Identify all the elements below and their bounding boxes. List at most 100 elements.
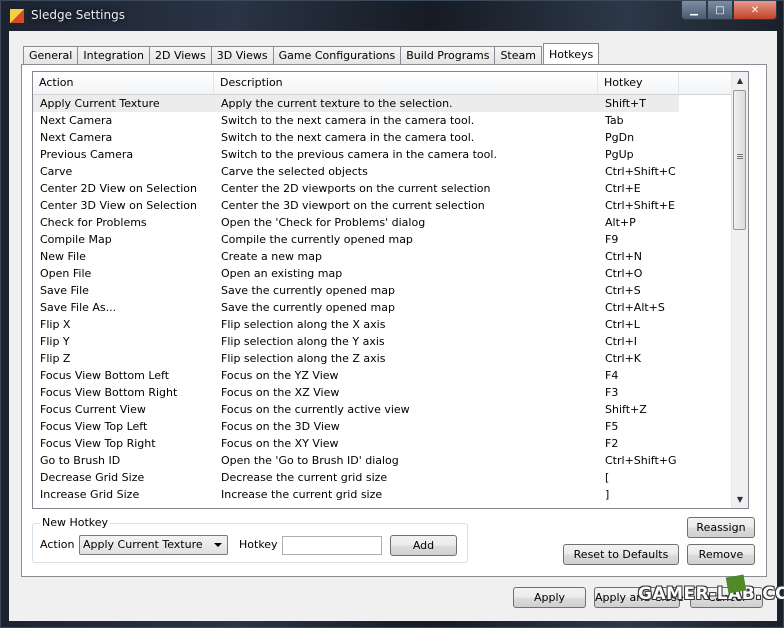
cell-hotkey: Ctrl+K bbox=[605, 352, 642, 365]
tab-build-programs[interactable]: Build Programs bbox=[400, 46, 496, 64]
title-bar[interactable]: Sledge Settings ▁ □ ✕ bbox=[1, 1, 783, 31]
cell-description: Focus on the YZ View bbox=[221, 369, 339, 382]
remove-button[interactable]: Remove bbox=[687, 544, 755, 565]
cell-description: Increase the current grid size bbox=[221, 488, 383, 501]
cell-action: Focus View Top Left bbox=[40, 420, 148, 433]
table-row[interactable]: Focus View Top Right Focus on the XY View… bbox=[33, 435, 737, 452]
apply-button[interactable]: Apply bbox=[513, 587, 586, 608]
watermark: GAMER-LAB.COM bbox=[638, 584, 784, 604]
table-row[interactable]: Next Camera Switch to the next camera in … bbox=[33, 129, 737, 146]
cell-description: Open the 'Check for Problems' dialog bbox=[221, 216, 426, 229]
table-row[interactable]: Apply Current Texture Apply the current t… bbox=[33, 95, 679, 112]
cell-hotkey: Ctrl+E bbox=[605, 182, 641, 195]
table-row[interactable]: Focus Current View Focus on the currently… bbox=[33, 401, 737, 418]
cell-action: New File bbox=[40, 250, 86, 263]
table-row[interactable]: Go to Brush ID Open the 'Go to Brush ID' … bbox=[33, 452, 737, 469]
column-header-hotkey[interactable]: Hotkey bbox=[598, 72, 679, 94]
cell-description: Focus on the XY View bbox=[221, 437, 339, 450]
cell-action: Center 3D View on Selection bbox=[40, 199, 197, 212]
column-header-action[interactable]: Action bbox=[33, 72, 214, 94]
table-row[interactable]: Focus View Bottom Right Focus on the XZ V… bbox=[33, 384, 737, 401]
minimize-button[interactable]: ▁ bbox=[681, 1, 707, 20]
cell-action: Compile Map bbox=[40, 233, 112, 246]
table-row[interactable]: Save File As... Save the currently opened… bbox=[33, 299, 737, 316]
cell-hotkey: PgDn bbox=[605, 131, 635, 144]
close-button[interactable]: ✕ bbox=[733, 1, 777, 20]
tab-integration[interactable]: Integration bbox=[77, 46, 150, 64]
cell-hotkey: Ctrl+Alt+S bbox=[605, 301, 665, 314]
hotkey-rows: Apply Current Texture Apply the current t… bbox=[33, 95, 737, 503]
tab-game-configurations[interactable]: Game Configurations bbox=[272, 46, 402, 64]
table-row[interactable]: Focus View Bottom Left Focus on the YZ Vi… bbox=[33, 367, 737, 384]
close-icon: ✕ bbox=[750, 4, 760, 16]
cell-hotkey: Ctrl+Shift+G bbox=[605, 454, 677, 467]
cell-hotkey: F3 bbox=[605, 386, 619, 399]
table-row[interactable]: Increase Grid Size Increase the current g… bbox=[33, 486, 737, 503]
column-header-description[interactable]: Description bbox=[214, 72, 598, 94]
hotkey-label: Hotkey bbox=[239, 538, 278, 551]
reset-defaults-button[interactable]: Reset to Defaults bbox=[563, 544, 679, 565]
tab-general[interactable]: General bbox=[23, 46, 79, 64]
cell-hotkey: Ctrl+Shift+E bbox=[605, 199, 675, 212]
action-dropdown-value: Apply Current Texture bbox=[83, 538, 203, 551]
action-dropdown[interactable]: Apply Current Texture bbox=[79, 535, 228, 555]
reassign-button[interactable]: Reassign bbox=[687, 517, 755, 538]
cell-description: Focus on the XZ View bbox=[221, 386, 340, 399]
cell-action: Flip Z bbox=[40, 352, 71, 365]
cell-hotkey: Ctrl+N bbox=[605, 250, 643, 263]
maximize-button[interactable]: □ bbox=[707, 1, 733, 20]
table-row[interactable]: Flip Z Flip selection along the Z axis Ctr… bbox=[33, 350, 737, 367]
app-icon bbox=[9, 8, 25, 24]
maximize-icon: □ bbox=[715, 4, 725, 16]
scroll-down-icon[interactable]: ▼ bbox=[732, 491, 748, 508]
table-row[interactable]: Open File Open an existing map Ctrl+O bbox=[33, 265, 737, 282]
scroll-thumb[interactable] bbox=[733, 90, 746, 230]
cell-hotkey: [ bbox=[605, 471, 610, 484]
table-row[interactable]: Compile Map Compile the currently opened … bbox=[33, 231, 737, 248]
cell-action: Open File bbox=[40, 267, 92, 280]
cell-action: Decrease Grid Size bbox=[40, 471, 145, 484]
cell-hotkey: Ctrl+S bbox=[605, 284, 641, 297]
cell-hotkey: F4 bbox=[605, 369, 619, 382]
table-row[interactable]: Focus View Top Left Focus on the 3D View F… bbox=[33, 418, 737, 435]
vertical-scrollbar[interactable]: ▲ ▼ bbox=[731, 72, 748, 508]
tab-steam[interactable]: Steam bbox=[494, 46, 542, 64]
table-row[interactable]: Center 3D View on Selection Center the 3D… bbox=[33, 197, 737, 214]
action-label: Action bbox=[40, 538, 75, 551]
table-row[interactable]: Save File Save the currently opened map Ct… bbox=[33, 282, 737, 299]
cell-description: Save the currently opened map bbox=[221, 301, 395, 314]
settings-window: Sledge Settings ▁ □ ✕ General Integratio… bbox=[0, 0, 784, 628]
hotkey-input[interactable] bbox=[282, 536, 382, 555]
cell-action: Previous Camera bbox=[40, 148, 134, 161]
table-row[interactable]: Next Camera Switch to the next camera in … bbox=[33, 112, 737, 129]
table-row[interactable]: Flip Y Flip selection along the Y axis Ctr… bbox=[33, 333, 737, 350]
cell-hotkey: Ctrl+I bbox=[605, 335, 638, 348]
cell-description: Apply the current texture to the selecti… bbox=[221, 97, 453, 110]
tab-2d-views[interactable]: 2D Views bbox=[148, 46, 212, 64]
table-row[interactable]: Previous Camera Switch to the previous ca… bbox=[33, 146, 737, 163]
cell-hotkey: Ctrl+L bbox=[605, 318, 640, 331]
chevron-down-icon bbox=[214, 543, 222, 547]
add-button[interactable]: Add bbox=[390, 535, 457, 556]
table-row[interactable]: Decrease Grid Size Decrease the current g… bbox=[33, 469, 737, 486]
table-row[interactable]: Flip X Flip selection along the X axis Ctr… bbox=[33, 316, 737, 333]
cell-hotkey: F5 bbox=[605, 420, 619, 433]
tab-3d-views[interactable]: 3D Views bbox=[210, 46, 274, 64]
cell-action: Check for Problems bbox=[40, 216, 147, 229]
dialog-client-area: General Integration 2D Views 3D Views Ga… bbox=[9, 31, 777, 621]
table-row[interactable]: New File Create a new map Ctrl+N bbox=[33, 248, 737, 265]
hotkey-list[interactable]: Action Description Hotkey Apply Current … bbox=[32, 71, 749, 509]
cell-description: Decrease the current grid size bbox=[221, 471, 388, 484]
table-row[interactable]: Check for Problems Open the 'Check for Pr… bbox=[33, 214, 737, 231]
cell-action: Center 2D View on Selection bbox=[40, 182, 197, 195]
watermark-logo-icon bbox=[725, 574, 747, 594]
cell-description: Save the currently opened map bbox=[221, 284, 395, 297]
tab-hotkeys[interactable]: Hotkeys bbox=[542, 43, 600, 64]
cell-hotkey: F9 bbox=[605, 233, 619, 246]
cell-action: Save File As... bbox=[40, 301, 117, 314]
cell-description: Focus on the 3D View bbox=[221, 420, 340, 433]
cell-hotkey: Ctrl+O bbox=[605, 267, 643, 280]
table-row[interactable]: Center 2D View on Selection Center the 2D… bbox=[33, 180, 737, 197]
table-row[interactable]: Carve Carve the selected objects Ctrl+Shif… bbox=[33, 163, 737, 180]
scroll-up-icon[interactable]: ▲ bbox=[732, 72, 748, 89]
